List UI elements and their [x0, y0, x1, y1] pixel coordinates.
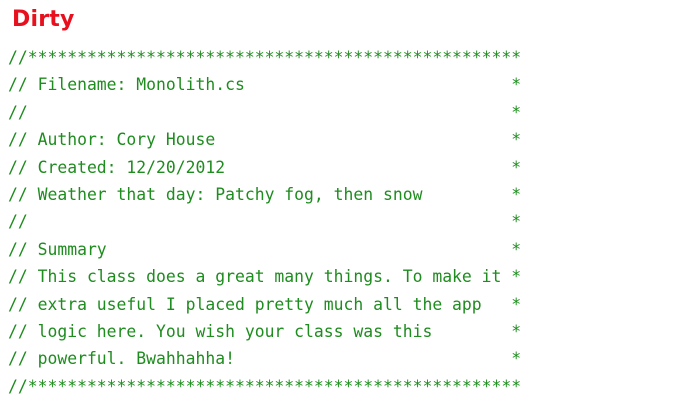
- code-line-summary-text: // This class does a great many things. …: [8, 267, 522, 287]
- code-line-summary-text: // extra useful I placed pretty much all…: [8, 294, 522, 314]
- code-line-summary-text: // logic here. You wish your class was t…: [8, 321, 522, 341]
- code-line-border-top: //**************************************…: [8, 48, 522, 67]
- slide: Dirty //********************************…: [0, 0, 680, 415]
- code-line-border-bottom: //**************************************…: [8, 376, 522, 396]
- code-line-blank: // *: [8, 102, 522, 122]
- code-line-author: // Author: Cory House *: [8, 130, 522, 150]
- heading-dirty: Dirty: [12, 7, 75, 32]
- code-line-weather: // Weather that day: Patchy fog, then sn…: [8, 184, 522, 204]
- code-line-summary-text: // powerful. Bwahhahha! *: [8, 349, 522, 369]
- code-line-created: // Created: 12/20/2012 *: [8, 157, 522, 177]
- code-line-blank: // *: [8, 212, 522, 232]
- code-line-summary: // Summary *: [8, 239, 522, 259]
- code-comment-block: //**************************************…: [8, 44, 521, 400]
- code-line-filename: // Filename: Monolith.cs *: [8, 75, 522, 95]
